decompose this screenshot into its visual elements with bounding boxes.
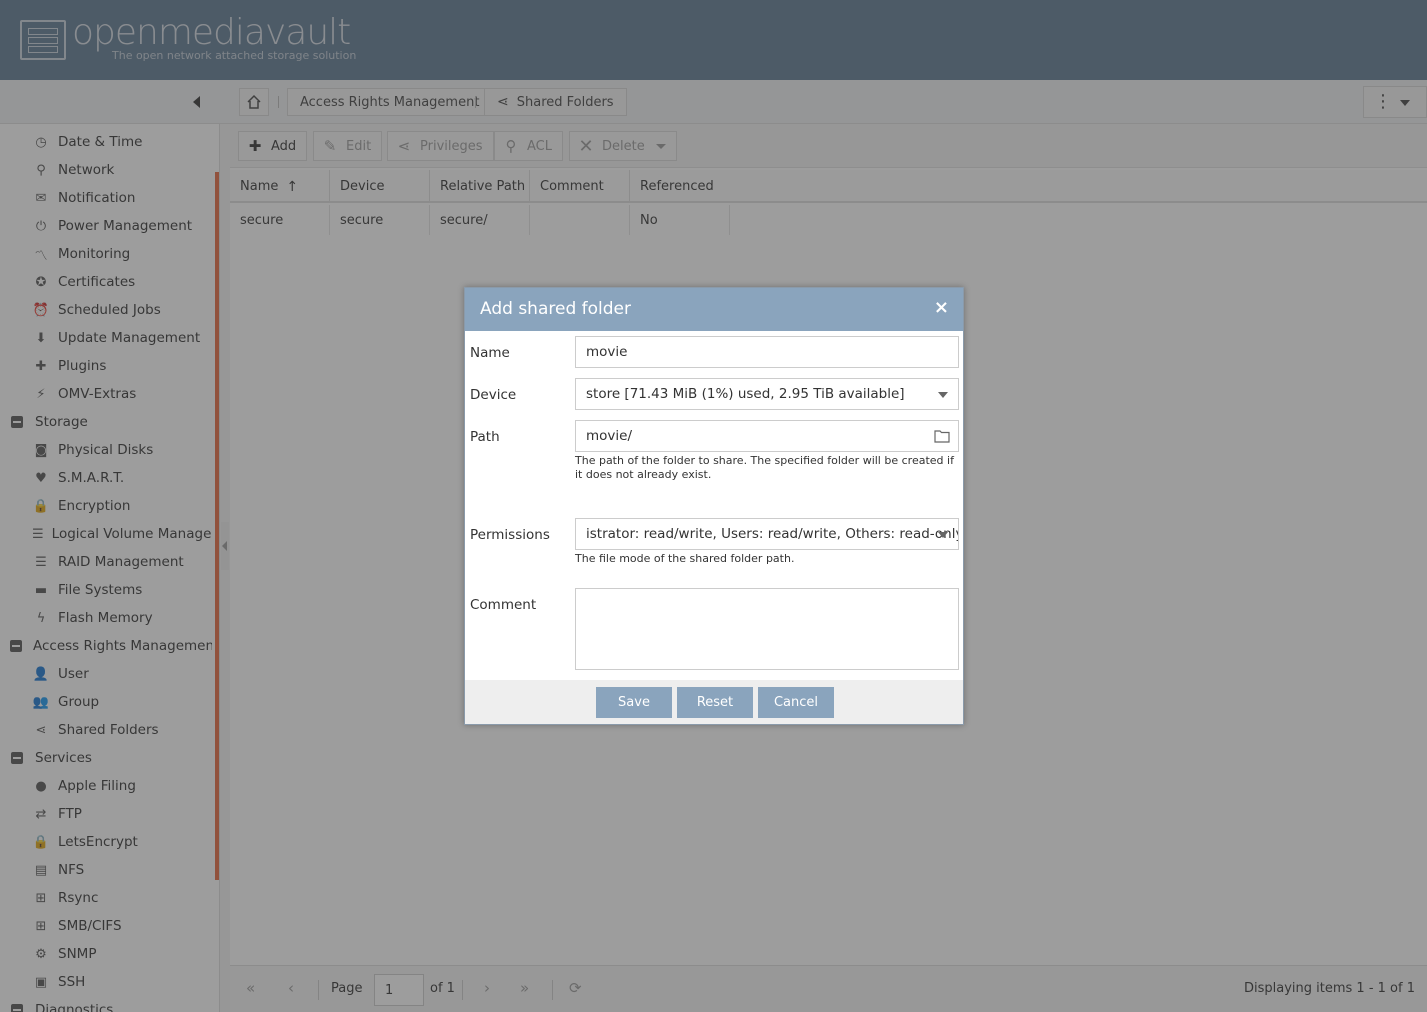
cancel-button[interactable]: Cancel <box>758 687 834 718</box>
path-input[interactable]: movie/ <box>575 420 959 452</box>
add-shared-folder-dialog: Add shared folder × Name movie Device st… <box>464 287 964 725</box>
path-hint: The path of the folder to share. The spe… <box>575 454 954 481</box>
device-label: Device <box>470 387 517 403</box>
chevron-down-icon[interactable] <box>938 392 948 398</box>
chevron-down-icon[interactable] <box>938 532 948 538</box>
permissions-value: istrator: read/write, Users: read/write,… <box>586 526 959 542</box>
device-select[interactable]: store [71.43 MiB (1%) used, 2.95 TiB ava… <box>575 378 959 410</box>
permissions-label: Permissions <box>470 527 550 543</box>
name-input[interactable]: movie <box>575 336 959 368</box>
dialog-title: Add shared folder <box>480 299 631 319</box>
dialog-header: Add shared folder × <box>465 288 963 331</box>
permissions-select[interactable]: istrator: read/write, Users: read/write,… <box>575 518 959 550</box>
device-value: store [71.43 MiB (1%) used, 2.95 TiB ava… <box>586 386 905 402</box>
name-value: movie <box>586 344 628 360</box>
comment-label: Comment <box>470 597 537 613</box>
close-icon[interactable]: × <box>934 299 949 317</box>
path-value: movie/ <box>586 428 633 444</box>
save-button[interactable]: Save <box>596 687 672 718</box>
name-label: Name <box>470 345 510 361</box>
folder-icon[interactable] <box>934 429 950 443</box>
dialog-footer: Save Reset Cancel <box>465 680 963 724</box>
path-label: Path <box>470 429 500 445</box>
comment-textarea[interactable] <box>575 588 959 670</box>
permissions-hint: The file mode of the shared folder path. <box>575 552 795 565</box>
reset-button[interactable]: Reset <box>677 687 753 718</box>
